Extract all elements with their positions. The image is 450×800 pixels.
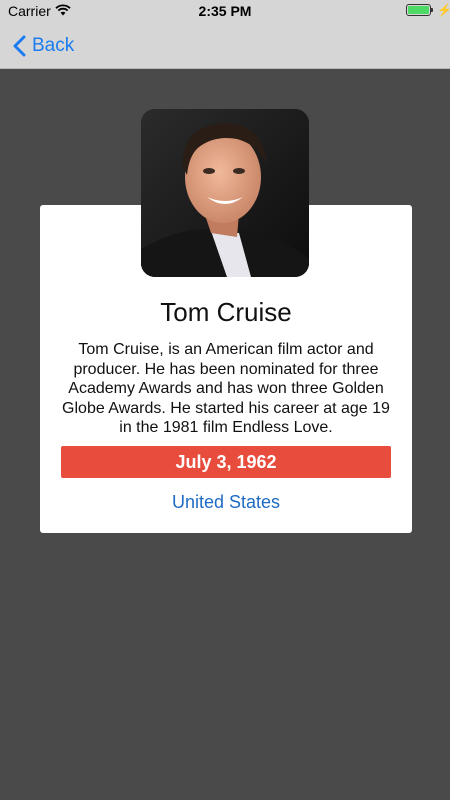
profile-name: Tom Cruise bbox=[160, 297, 292, 327]
status-bar: Carrier 2:35 PM ⚡ bbox=[0, 0, 450, 22]
chevron-left-icon bbox=[13, 35, 26, 57]
country-link[interactable]: United States bbox=[40, 492, 412, 513]
battery-tip bbox=[431, 8, 433, 12]
profile-bio: Tom Cruise, is an American film actor an… bbox=[62, 341, 390, 436]
navigation-bar: Back bbox=[0, 22, 450, 69]
status-time: 2:35 PM bbox=[198, 3, 252, 19]
profile-photo bbox=[141, 109, 309, 277]
portrait-image bbox=[141, 109, 309, 277]
back-button[interactable]: Back bbox=[12, 32, 74, 60]
back-label: Back bbox=[32, 35, 75, 56]
battery-icon bbox=[406, 4, 431, 16]
battery-level bbox=[408, 6, 429, 14]
charging-icon: ⚡ bbox=[437, 3, 450, 17]
birth-date-badge: July 3, 1962 bbox=[61, 446, 391, 478]
